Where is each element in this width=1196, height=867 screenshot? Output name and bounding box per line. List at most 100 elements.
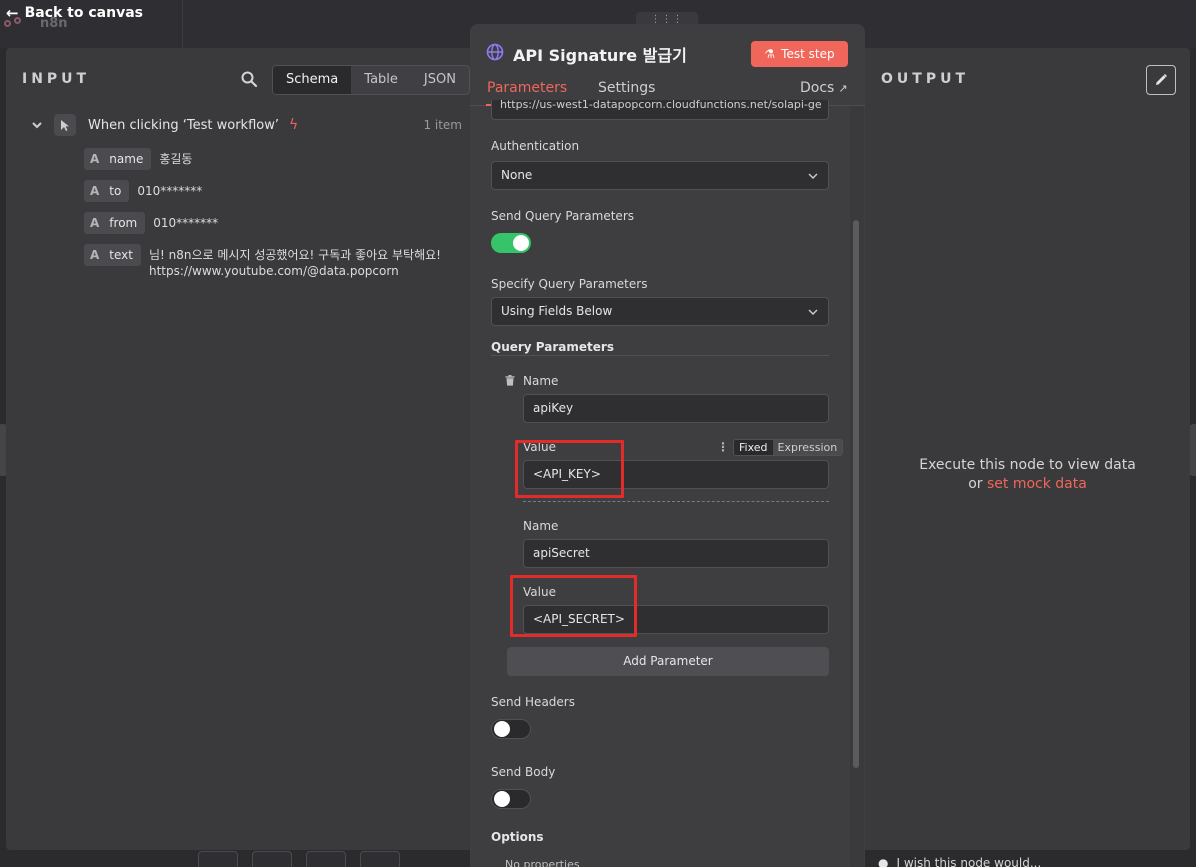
field-key-label: from [109,216,138,230]
mode-expression[interactable]: Expression [772,440,843,455]
url-input[interactable]: https://us-west1-datapopcorn.cloudfuncti… [491,100,829,120]
feedback-label: I wish this node would... [896,856,1042,867]
field-key: A text [84,244,141,266]
string-type-icon: A [90,248,100,262]
add-parameter-button[interactable]: Add Parameter [507,647,829,676]
node-header: API Signature 발급기 ⚗ Test step Parameters… [470,24,865,106]
specify-query-select[interactable]: Using Fields Below [491,297,829,326]
test-step-button[interactable]: ⚗ Test step [751,41,848,67]
fit-view-button[interactable] [198,851,238,867]
tidy-up-button[interactable] [360,851,400,867]
mode-fixed[interactable]: Fixed [734,440,773,455]
options-empty: No properties [505,858,580,867]
schema-field-to[interactable]: A to 010******* [84,180,202,202]
external-link-icon: ↗ [838,81,848,95]
input-panel-title: INPUT [22,71,91,87]
output-panel: OUTPUT Execute this node to view data or… [865,48,1190,850]
field-key: A to [84,180,130,202]
zoom-in-button[interactable] [252,851,292,867]
authentication-select[interactable]: None [491,161,829,190]
query-parameters-heading: Query Parameters [491,340,614,354]
string-type-icon: A [90,216,100,230]
globe-icon [486,43,504,61]
authentication-label: Authentication [491,139,580,153]
string-type-icon: A [90,184,100,198]
arrow-left-icon: ← [6,4,19,22]
input-view-switch: Schema Table JSON [272,65,470,95]
param-separator [523,501,829,502]
authentication-value: None [501,168,533,182]
trigger-node-label: When clicking ‘Test workflow’ [88,117,279,133]
output-empty-or: or [968,476,983,492]
send-body-toggle[interactable] [491,789,531,809]
field-key: A name [84,148,152,170]
docs-label: Docs [800,80,835,96]
tab-schema[interactable]: Schema [273,66,352,94]
field-value-line: 님! n8n으로 메시지 성공했어요! 구독과 좋아요 부탁해요! [148,248,441,262]
lightbulb-icon: ● [878,856,889,867]
top-bar-divider [182,0,183,48]
docs-link[interactable]: Docs ↗ [800,80,848,96]
send-query-toggle[interactable] [491,233,531,253]
trigger-node-row[interactable]: When clicking ‘Test workflow’ ϟ 1 item [30,114,462,136]
toggle-knob [513,235,529,251]
test-step-label: Test step [781,47,835,61]
schema-field-from[interactable]: A from 010******* [84,212,218,234]
output-empty-text: Execute this node to view data [919,457,1136,473]
toggle-knob [494,791,510,807]
node-title[interactable]: API Signature 발급기 [513,42,687,66]
specify-query-label: Specify Query Parameters [491,277,648,291]
chevron-down-icon [808,309,818,315]
field-key: A from [84,212,146,234]
pencil-icon [1156,74,1167,85]
field-value: 010******* [137,184,203,198]
field-value: 님! n8n으로 메시지 성공했어요! 구독과 좋아요 부탁해요! https:… [149,244,441,279]
output-panel-title: OUTPUT [881,71,969,87]
send-body-label: Send Body [491,765,556,779]
chevron-down-icon [808,173,818,179]
schema-field-name[interactable]: A name 홍길동 [84,148,192,170]
chevron-down-icon[interactable] [30,118,44,132]
param-1-name-input[interactable]: apiKey [523,394,829,423]
send-headers-label: Send Headers [491,695,575,709]
tab-table[interactable]: Table [351,66,411,94]
field-key-label: to [109,184,122,198]
send-headers-toggle[interactable] [491,719,531,739]
item-count: 1 item [423,118,462,132]
toggle-knob [494,721,510,737]
field-value: 010******* [153,216,219,230]
options-heading: Options [491,830,544,844]
parameters-scrollbar[interactable] [853,220,859,768]
more-options-icon[interactable]: ⋮ [717,440,729,454]
set-mock-data-link[interactable]: set mock data [987,476,1087,492]
section-divider [491,355,829,356]
field-value: 홍길동 [159,152,193,166]
input-panel: INPUT Schema Table JSON When clicking ‘T… [6,48,472,850]
tab-json[interactable]: JSON [411,66,469,94]
field-key-label: name [109,152,144,166]
back-to-canvas-link[interactable]: ← Back to canvas [6,4,143,22]
tab-settings[interactable]: Settings [598,80,655,96]
field-value-line: https://www.youtube.com/@data.popcorn [148,264,399,278]
field-key-label: text [109,248,133,262]
flask-icon: ⚗ [764,47,776,61]
param-1-name-label: Name [523,374,559,388]
back-to-canvas-label: Back to canvas [24,5,143,21]
highlight-api-key [515,440,624,498]
lightning-icon: ϟ [288,117,299,133]
param-2-name-input[interactable]: apiSecret [523,539,829,568]
highlight-api-secret [510,575,637,637]
feedback-link[interactable]: ● I wish this node would... [878,856,1041,867]
output-empty-state: Execute this node to view data or set mo… [865,456,1190,494]
trash-icon[interactable] [505,375,515,386]
specify-query-value: Using Fields Below [501,304,613,318]
value-mode-switch: Fixed Expression [733,439,844,456]
search-icon[interactable] [240,70,258,88]
zoom-out-button[interactable] [306,851,346,867]
param-2-name-label: Name [523,519,559,533]
schema-field-text[interactable]: A text 님! n8n으로 메시지 성공했어요! 구독과 좋아요 부탁해요!… [84,244,441,279]
edit-output-button[interactable] [1146,65,1176,95]
send-query-label: Send Query Parameters [491,209,635,223]
cursor-icon [54,114,76,136]
tab-parameters[interactable]: Parameters [487,80,567,96]
